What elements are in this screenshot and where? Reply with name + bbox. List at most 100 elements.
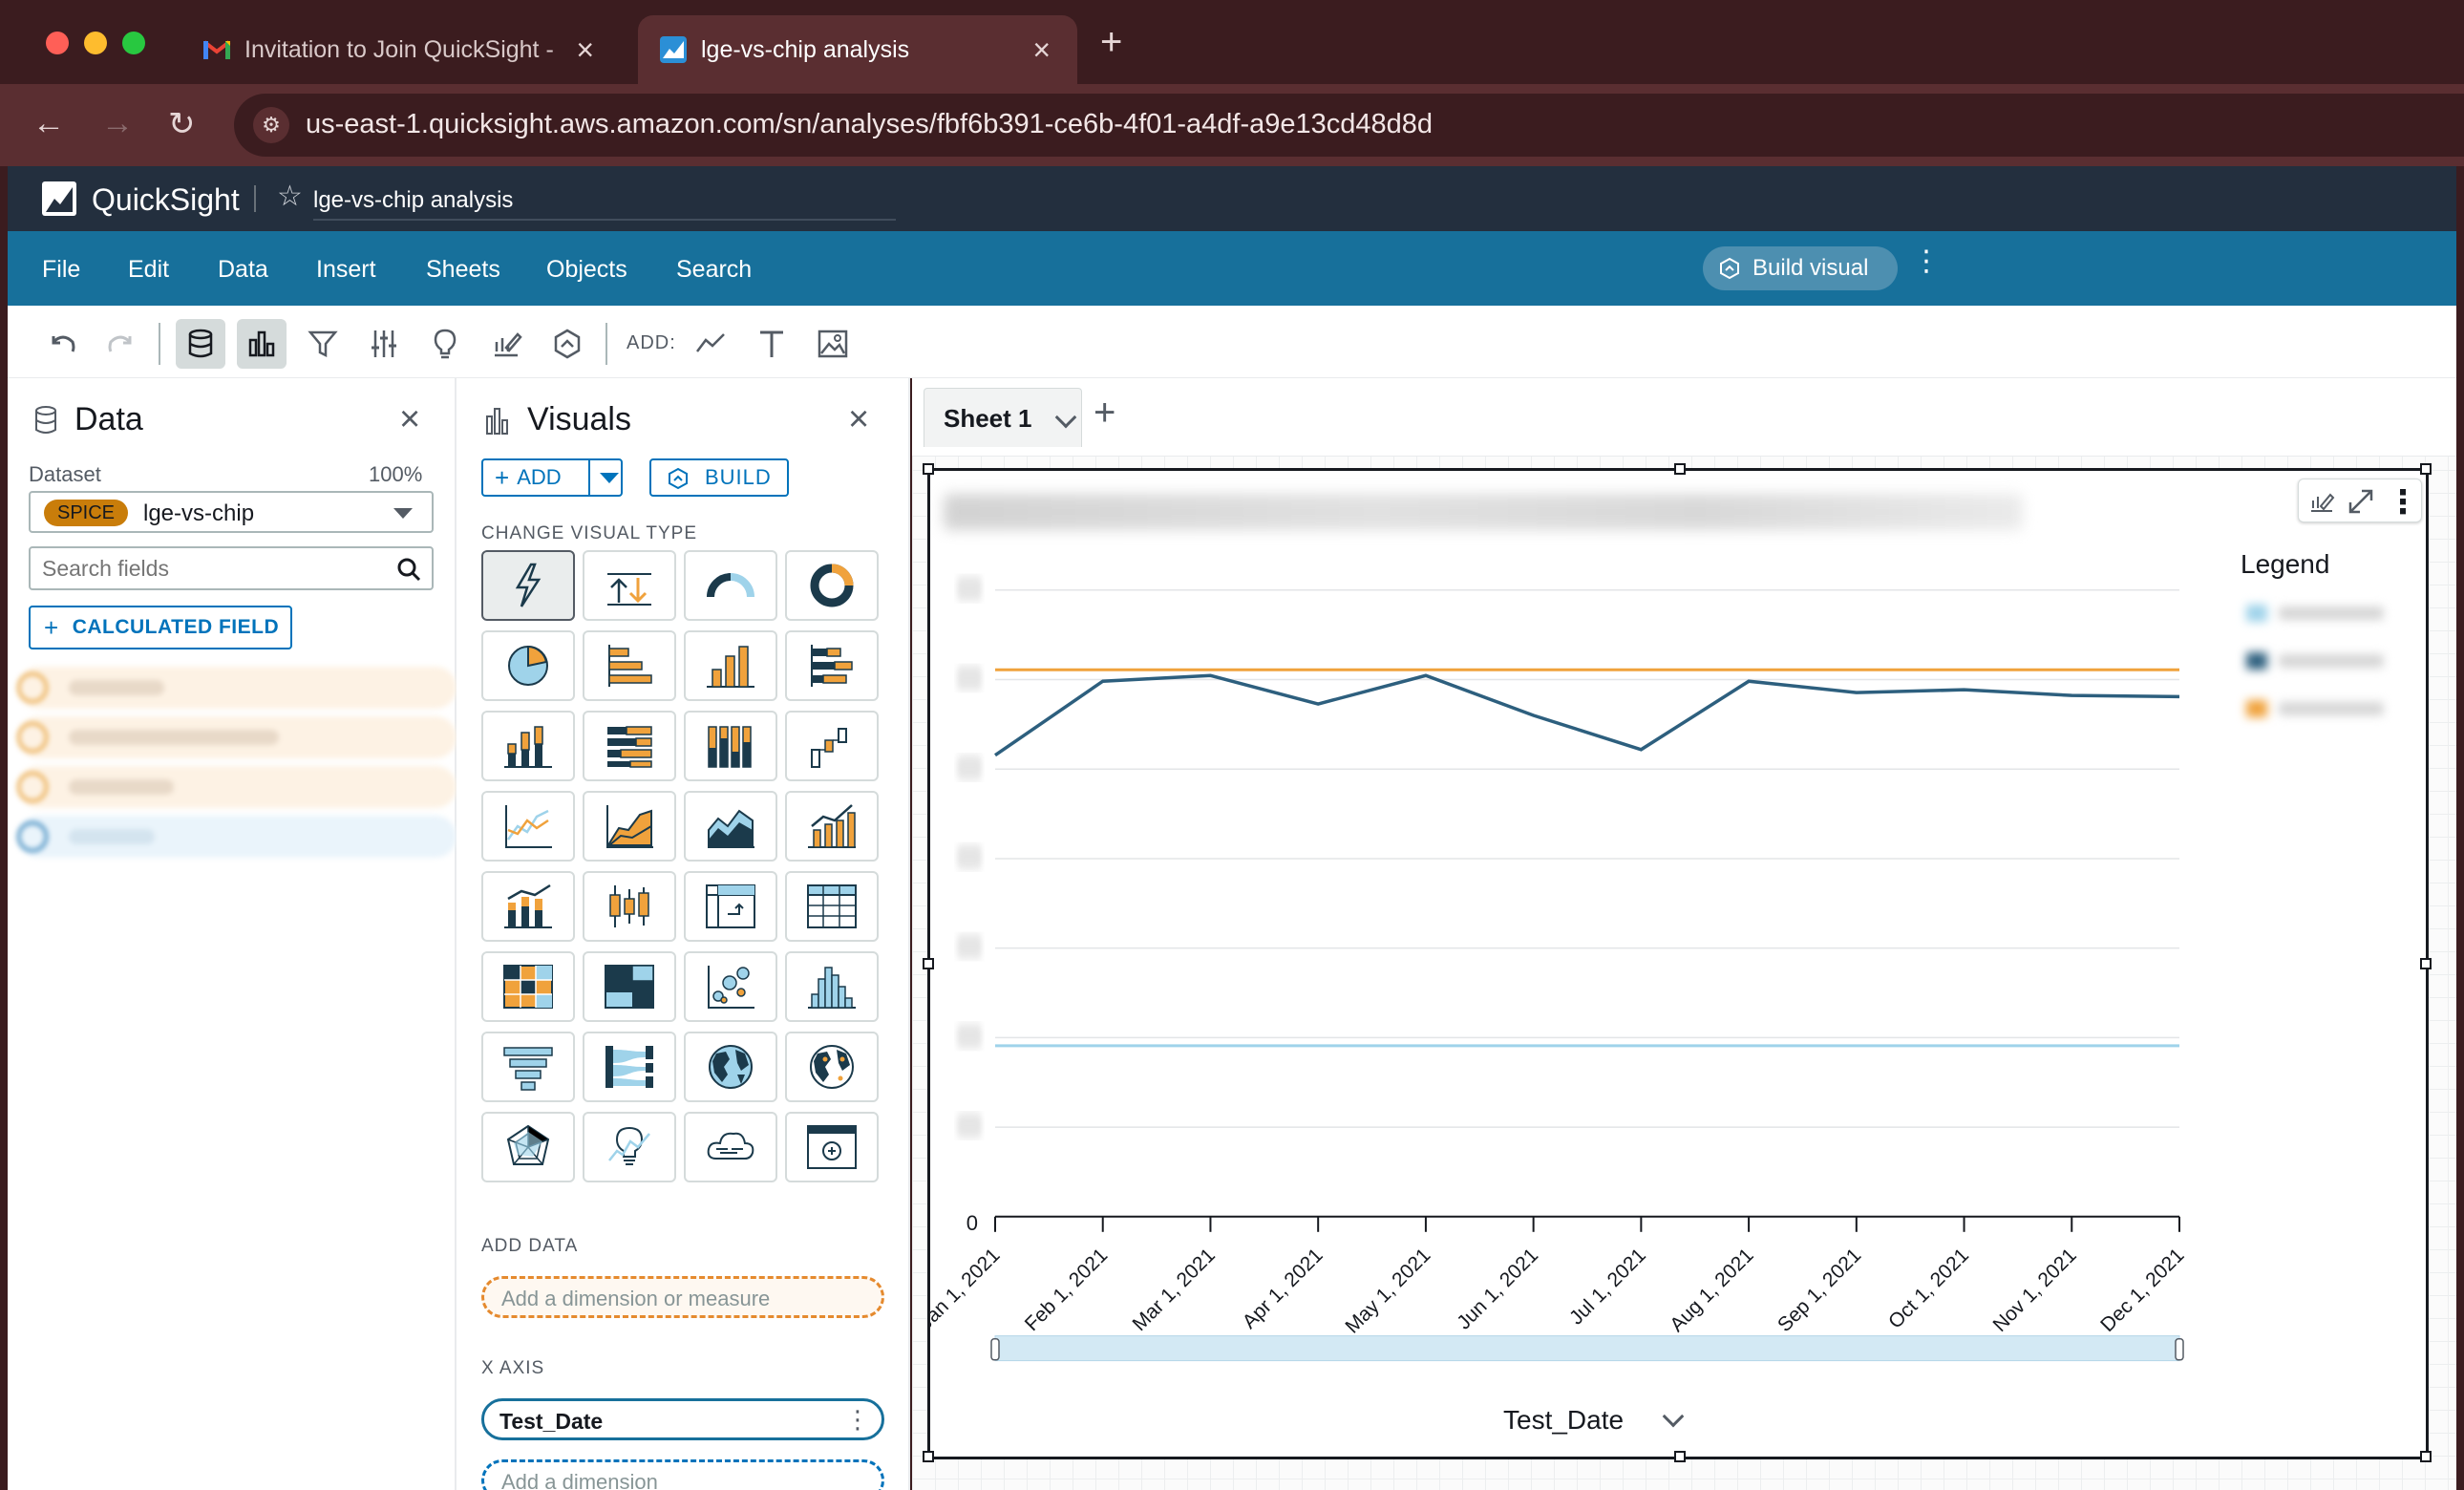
heat-map-button[interactable] xyxy=(481,951,575,1022)
dataset-dropdown[interactable]: SPICE lge-vs-chip xyxy=(29,491,434,533)
custom-visual-button[interactable] xyxy=(785,1112,879,1182)
new-tab-button[interactable]: + xyxy=(1100,21,1122,64)
horizontal-100-stacked-button[interactable] xyxy=(583,711,676,781)
tree-map-button[interactable] xyxy=(583,951,676,1022)
legend-item-obscured[interactable] xyxy=(2237,601,2409,626)
close-window-button[interactable] xyxy=(46,32,69,54)
legend-item-obscured[interactable] xyxy=(2237,649,2409,673)
horizontal-stacked-bar-button[interactable] xyxy=(785,630,879,701)
address-bar[interactable]: ⚙ us-east-1.quicksight.aws.amazon.com/sn… xyxy=(234,94,2464,157)
stacked-area-button[interactable] xyxy=(684,791,777,862)
y-tick-label-obscured xyxy=(957,1113,982,1139)
radar-button[interactable] xyxy=(481,1112,575,1182)
donut-button[interactable] xyxy=(785,550,879,621)
scatter-button[interactable] xyxy=(684,951,777,1022)
back-arrow-icon[interactable]: ← xyxy=(32,105,65,142)
line-chart-visual[interactable]: ⋮ 0 Jan 1, 2021 Feb 1, 2021 Mar 1, 2021 Apr … xyxy=(923,463,2432,1462)
add-calculated-field-button[interactable]: + CALCULATED FIELD xyxy=(29,606,292,649)
undo-icon[interactable] xyxy=(38,319,88,369)
site-info-icon[interactable]: ⚙ xyxy=(253,107,289,143)
quicksight-logo[interactable] xyxy=(42,181,76,216)
field-menu-icon[interactable]: ⋮ xyxy=(845,1405,870,1435)
menu-insert[interactable]: Insert xyxy=(316,256,376,284)
reload-icon[interactable]: ↻ xyxy=(168,105,196,143)
area-button[interactable] xyxy=(583,791,676,862)
build-button[interactable]: BUILD xyxy=(649,458,789,497)
build-visual-icon[interactable] xyxy=(542,319,592,369)
maximize-window-button[interactable] xyxy=(122,32,145,54)
points-map-button[interactable] xyxy=(785,1032,879,1102)
brand-name[interactable]: QuickSight xyxy=(92,182,240,218)
add-image-icon[interactable] xyxy=(808,319,858,369)
search-fields-input[interactable] xyxy=(29,546,434,590)
parameters-icon[interactable] xyxy=(359,319,409,369)
browser-tab-quicksight[interactable]: lge-vs-chip analysis × xyxy=(638,15,1077,84)
forward-arrow-icon[interactable]: → xyxy=(101,105,134,142)
menu-search[interactable]: Search xyxy=(676,256,752,284)
sheet-tab-bar: Sheet 1 + xyxy=(912,378,2456,457)
add-visual-icon[interactable] xyxy=(686,319,735,369)
chevron-down-icon[interactable] xyxy=(600,473,619,483)
x-tick-label: Aug 1, 2021 xyxy=(1666,1245,1757,1336)
word-cloud-button[interactable] xyxy=(684,1112,777,1182)
browser-tab-gmail[interactable]: Invitation to Join QuickSight - × xyxy=(181,15,621,84)
vertical-stacked-bar-button[interactable] xyxy=(481,711,575,781)
horizontal-bar-button[interactable] xyxy=(583,630,676,701)
pivot-table-button[interactable] xyxy=(684,871,777,942)
close-tab-icon[interactable]: × xyxy=(1032,32,1051,68)
filter-icon[interactable] xyxy=(298,319,348,369)
filled-map-button[interactable] xyxy=(684,1032,777,1102)
data-pane-icon[interactable] xyxy=(176,319,225,369)
box-plot-button[interactable] xyxy=(583,871,676,942)
field-list-item[interactable] xyxy=(17,816,457,858)
x-axis-field-pill[interactable]: Test_Date ⋮ xyxy=(481,1398,884,1440)
kpi-button[interactable] xyxy=(583,550,676,621)
field-list-item[interactable] xyxy=(17,716,457,758)
format-visual-icon[interactable] xyxy=(481,319,531,369)
legend-item-obscured[interactable] xyxy=(2237,696,2409,721)
combo-stacked-line-button[interactable] xyxy=(481,871,575,942)
waterfall-button[interactable] xyxy=(785,711,879,781)
pie-button[interactable] xyxy=(481,630,575,701)
minimize-window-button[interactable] xyxy=(84,32,107,54)
vertical-100-stacked-button[interactable] xyxy=(684,711,777,781)
menu-sheets[interactable]: Sheets xyxy=(426,256,500,284)
visuals-pane-icon[interactable] xyxy=(237,319,287,369)
funnel-button[interactable] xyxy=(481,1032,575,1102)
star-icon[interactable]: ☆ xyxy=(277,180,303,213)
insight-button[interactable] xyxy=(583,1112,676,1182)
menu-file[interactable]: File xyxy=(42,256,80,284)
combo-bar-line-button[interactable] xyxy=(785,791,879,862)
analysis-name[interactable]: lge-vs-chip analysis xyxy=(313,187,513,214)
sankey-button[interactable] xyxy=(583,1032,676,1102)
close-tab-icon[interactable]: × xyxy=(576,32,594,68)
menu-data[interactable]: Data xyxy=(218,256,268,284)
menu-edit[interactable]: Edit xyxy=(128,256,169,284)
redo-icon[interactable] xyxy=(96,319,145,369)
close-icon[interactable]: × xyxy=(399,399,420,440)
table-button[interactable] xyxy=(785,871,879,942)
add-visual-button[interactable]: + ADD xyxy=(481,458,623,497)
insights-icon[interactable] xyxy=(420,319,470,369)
field-list-item[interactable] xyxy=(17,667,457,709)
insight-icon xyxy=(608,1126,650,1165)
add-dimension-measure-well[interactable]: Add a dimension or measure xyxy=(481,1276,884,1318)
x-axis-title[interactable]: Test_Date xyxy=(1503,1405,1624,1436)
chevron-down-icon[interactable] xyxy=(1054,406,1077,429)
add-text-box-icon[interactable] xyxy=(747,319,797,369)
gauge-button[interactable] xyxy=(684,550,777,621)
field-list-item[interactable] xyxy=(17,766,457,808)
add-sheet-button[interactable]: + xyxy=(1094,392,1115,435)
more-options-icon[interactable]: ⋮ xyxy=(1912,245,1941,278)
add-dimension-well[interactable]: Add a dimension xyxy=(481,1459,884,1490)
build-visual-button[interactable]: Build visual xyxy=(1703,246,1898,290)
vertical-bar-button[interactable] xyxy=(684,630,777,701)
horizontal-bar-icon xyxy=(608,645,652,687)
line-button[interactable] xyxy=(481,791,575,862)
funnel-icon xyxy=(503,1047,553,1091)
close-icon[interactable]: × xyxy=(848,399,869,440)
tab-sheet-1[interactable]: Sheet 1 xyxy=(924,388,1082,447)
histogram-button[interactable] xyxy=(785,951,879,1022)
menu-objects[interactable]: Objects xyxy=(546,256,627,284)
autograph-button[interactable] xyxy=(481,550,575,621)
